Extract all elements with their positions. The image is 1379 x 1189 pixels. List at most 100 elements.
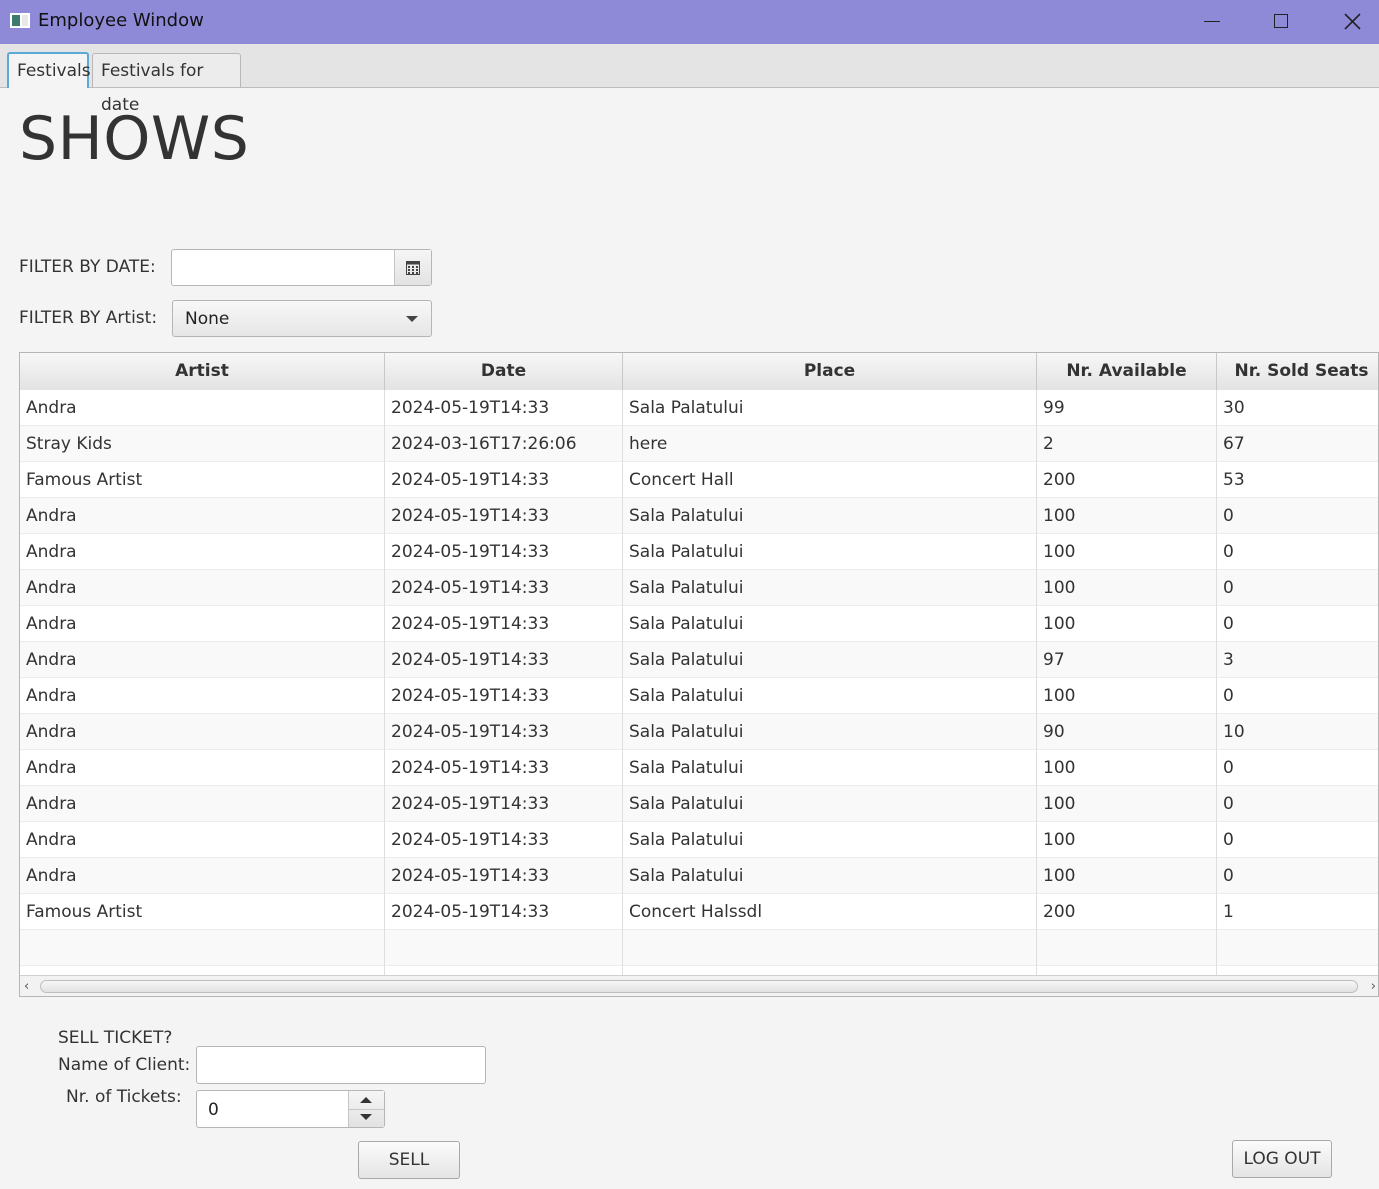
table-row[interactable]: Famous Artist 2024-05-19T14:33 Concert Hal… [20,462,1378,498]
calendar-button[interactable] [394,250,431,285]
client-name-input[interactable] [196,1046,486,1084]
cell-artist: Andra [20,822,385,858]
table-row[interactable]: Andra 2024-05-19T14:33 Sala Palatului 100 0 [20,498,1378,534]
maximize-button[interactable] [1251,0,1311,44]
cell-sold-seats: 0 [1217,858,1378,894]
cell-available-seats: 97 [1037,642,1217,678]
app-window-icon [10,13,30,28]
cell-date: 2024-03-16T17:26:06 [385,426,623,462]
cell-available-seats: 100 [1037,750,1217,786]
table-row[interactable]: Famous Artist 2024-05-19T14:33 Concert Hal… [20,894,1378,930]
cell-artist: Andra [20,642,385,678]
column-header-place[interactable]: Place [623,353,1037,390]
cell-available-seats: 99 [1037,390,1217,426]
cell-artist: Andra [20,570,385,606]
cell-place: Sala Palatului [623,786,1037,822]
cell-place: Sala Palatului [623,498,1037,534]
cell-available-seats: 100 [1037,786,1217,822]
scrollbar-thumb[interactable] [40,980,1358,993]
cell-sold-seats: 67 [1217,426,1378,462]
filter-artist-dropdown[interactable]: None [172,300,432,337]
cell-place: Sala Palatului [623,570,1037,606]
cell-sold-seats: 1 [1217,894,1378,930]
cell-available-seats: 100 [1037,822,1217,858]
cell-available-seats: 100 [1037,534,1217,570]
table-row[interactable]: Andra 2024-05-19T14:33 Sala Palatului 97 3 [20,642,1378,678]
cell-date: 2024-05-19T14:33 [385,786,623,822]
column-header-sold-seats[interactable]: Nr. Sold Seats [1217,353,1378,390]
sell-button[interactable]: SELL [358,1141,460,1179]
table-row[interactable]: Andra 2024-05-19T14:33 Sala Palatului 90 10 [20,714,1378,750]
window-title: Employee Window [38,10,204,31]
close-icon [1344,13,1361,30]
horizontal-scrollbar[interactable]: ‹ › [20,975,1378,996]
table-row[interactable]: Andra 2024-05-19T14:33 Sala Palatului 100 0 [20,750,1378,786]
cell-sold-seats: 0 [1217,606,1378,642]
cell-place: Sala Palatului [623,390,1037,426]
cell-place: Sala Palatului [623,534,1037,570]
table-row[interactable]: Andra 2024-05-19T14:33 Sala Palatului 100 0 [20,822,1378,858]
logout-button[interactable]: LOG OUT [1232,1140,1332,1178]
table-row[interactable]: Andra 2024-05-19T14:33 Sala Palatului 100 0 [20,858,1378,894]
chevron-down-icon [360,1114,372,1120]
minimize-icon [1204,21,1220,22]
cell-date: 2024-05-19T14:33 [385,570,623,606]
table-row[interactable]: Andra 2024-05-19T14:33 Sala Palatului 100 0 [20,786,1378,822]
table-row[interactable]: Andra 2024-05-19T14:33 Sala Palatului 100 0 [20,570,1378,606]
cell-artist: Andra [20,606,385,642]
tab-festivals[interactable]: Festivals [7,52,91,88]
cell-date: 2024-05-19T14:33 [385,858,623,894]
cell-sold-seats: 0 [1217,570,1378,606]
shows-table[interactable]: Artist Date Place Nr. Available Seats Nr… [19,352,1379,997]
chevron-up-icon [360,1097,372,1103]
tickets-spinner[interactable]: 0 [196,1090,385,1128]
decrement-button[interactable] [349,1109,384,1127]
table-row[interactable]: Stray Kids 2024-03-16T17:26:06 here 2 67 [20,426,1378,462]
filter-artist-label: FILTER BY Artist: [19,308,158,328]
cell-artist: Famous Artist [20,894,385,930]
cell-available-seats: 200 [1037,462,1217,498]
table-row[interactable]: Andra 2024-05-19T14:33 Sala Palatului 99 30 [20,390,1378,426]
close-button[interactable] [1322,0,1379,44]
cell-date: 2024-05-19T14:33 [385,894,623,930]
cell-sold-seats: 30 [1217,390,1378,426]
sell-ticket-heading: SELL TICKET? [58,1028,173,1048]
scroll-right-icon[interactable]: › [1371,980,1376,993]
cell-place: Sala Palatului [623,714,1037,750]
cell-available-seats: 100 [1037,570,1217,606]
cell-available-seats: 200 [1037,894,1217,930]
cell-artist: Andra [20,390,385,426]
client-name-label: Name of Client: [58,1055,191,1075]
cell-sold-seats: 0 [1217,534,1378,570]
cell-artist: Andra [20,678,385,714]
column-header-available-seats[interactable]: Nr. Available Seats [1037,353,1217,418]
filter-date-picker[interactable] [171,249,432,286]
filter-artist-value: None [185,309,230,329]
cell-available-seats: 100 [1037,858,1217,894]
calendar-icon [406,261,420,275]
cell-sold-seats: 3 [1217,642,1378,678]
cell-sold-seats: 0 [1217,786,1378,822]
column-header-date[interactable]: Date [385,353,623,390]
tab-festivals-for-date[interactable]: Festivals for date [92,53,241,115]
cell-artist: Stray Kids [20,426,385,462]
tab-bar: Festivals Festivals for date [0,44,1379,115]
table-row[interactable]: Andra 2024-05-19T14:33 Sala Palatului 100 0 [20,678,1378,714]
cell-artist: Andra [20,858,385,894]
cell-artist: Andra [20,750,385,786]
tickets-value: 0 [208,1100,219,1120]
column-header-artist[interactable]: Artist [20,353,385,390]
table-row[interactable]: Andra 2024-05-19T14:33 Sala Palatului 100 0 [20,534,1378,570]
minimize-button[interactable] [1183,0,1243,44]
increment-button[interactable] [349,1091,384,1110]
table-row[interactable]: Andra 2024-05-19T14:33 Sala Palatului 100 0 [20,606,1378,642]
scroll-left-icon[interactable]: ‹ [24,980,29,993]
cell-place: Sala Palatului [623,678,1037,714]
cell-artist [20,930,385,966]
cell-date: 2024-05-19T14:33 [385,822,623,858]
cell-date: 2024-05-19T14:33 [385,390,623,426]
cell-available-seats: 90 [1037,714,1217,750]
cell-date: 2024-05-19T14:33 [385,462,623,498]
cell-date: 2024-05-19T14:33 [385,642,623,678]
maximize-icon [1274,14,1288,28]
